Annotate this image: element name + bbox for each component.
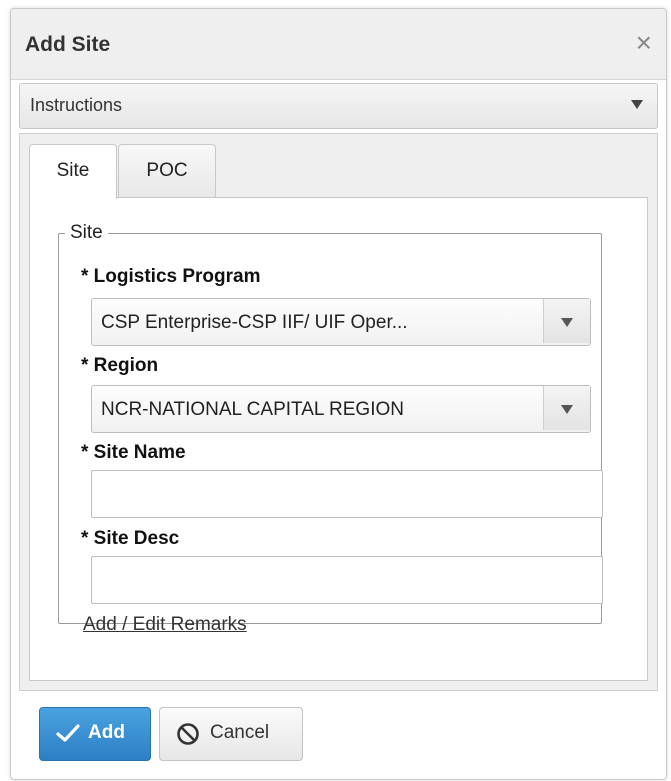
site-desc-label: * Site Desc [81,528,180,549]
logistics-program-dropdown-button[interactable] [543,299,590,343]
caret-down-icon [561,318,573,327]
region-label: * Region [81,355,159,376]
logistics-program-select[interactable]: CSP Enterprise-CSP IIF/ UIF Oper... [91,298,591,346]
close-icon[interactable]: × [636,29,652,57]
site-name-input[interactable] [91,470,603,518]
ban-icon [177,723,199,745]
region-select[interactable]: NCR-NATIONAL CAPITAL REGION [91,385,591,433]
dialog-title: Add Site [25,33,111,56]
instructions-accordion[interactable]: Instructions [19,83,658,129]
add-button[interactable]: Add [39,707,151,761]
cancel-button-label: Cancel [210,722,270,743]
site-legend: Site [70,222,103,243]
caret-down-icon [631,100,643,109]
add-edit-remarks-link[interactable]: Add / Edit Remarks [83,614,247,636]
check-icon [56,724,80,742]
logistics-program-label: * Logistics Program [81,266,261,287]
add-button-label: Add [88,722,125,743]
site-fieldset: Site * Logistics Program CSP Enterprise-… [58,222,603,635]
region-value: NCR-NATIONAL CAPITAL REGION [101,399,404,420]
logistics-program-value: CSP Enterprise-CSP IIF/ UIF Oper... [101,312,408,333]
tab-site[interactable]: Site [29,144,117,199]
site-tab-content: Site * Logistics Program CSP Enterprise-… [29,197,648,681]
instructions-label: Instructions [30,95,123,115]
site-desc-input[interactable] [91,556,603,604]
tab-panel: Site POC Site * Logistics Program CSP En… [19,133,658,691]
cancel-button[interactable]: Cancel [159,707,303,761]
tab-poc[interactable]: POC [118,144,216,197]
region-dropdown-button[interactable] [543,386,590,430]
site-name-label: * Site Name [81,442,186,463]
add-site-dialog: Add Site × Instructions Site POC Site * … [10,8,667,780]
dialog-titlebar: Add Site × [11,9,666,80]
caret-down-icon [561,405,573,414]
